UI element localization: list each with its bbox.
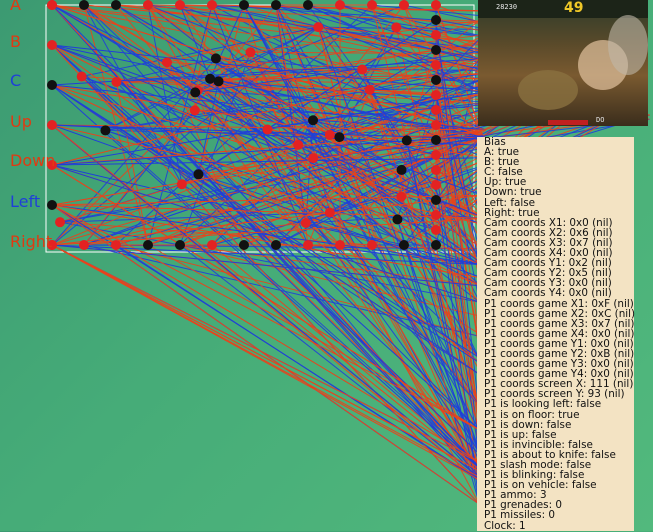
input-node [55, 217, 65, 227]
input-node [190, 105, 200, 115]
input-node [431, 165, 441, 175]
input-node [111, 77, 121, 87]
input-node [431, 0, 441, 10]
output-node [47, 40, 57, 50]
input-node [391, 22, 401, 32]
output-node [47, 120, 57, 130]
output-label-down: Down [10, 152, 55, 170]
input-node [79, 240, 89, 250]
input-node [325, 130, 335, 140]
input-node [397, 165, 407, 175]
input-node [207, 240, 217, 250]
input-node [431, 60, 441, 70]
input-node [303, 240, 313, 250]
input-node [431, 150, 441, 160]
output-node [47, 200, 57, 210]
output-label-b: B [10, 33, 21, 51]
input-node [214, 76, 224, 86]
input-node [293, 140, 303, 150]
input-node [262, 124, 272, 134]
input-node [431, 75, 441, 85]
input-node [335, 0, 345, 10]
input-node [313, 22, 323, 32]
output-label-right: Right [10, 233, 52, 251]
input-node [211, 53, 221, 63]
input-node [175, 0, 185, 10]
game-sprite [518, 70, 578, 110]
input-node [431, 30, 441, 40]
input-node [143, 0, 153, 10]
input-node [162, 57, 172, 67]
input-node [399, 240, 409, 250]
input-node [175, 240, 185, 250]
input-node [271, 0, 281, 10]
input-node [367, 240, 377, 250]
input-node [301, 218, 311, 228]
connection-line [52, 85, 484, 158]
output-label-a: A [10, 0, 21, 14]
input-node [79, 0, 89, 10]
game-screen: 28230 49 DO [478, 0, 648, 126]
input-node [334, 132, 344, 142]
input-node [431, 225, 441, 235]
input-node [431, 135, 441, 145]
input-node [111, 0, 121, 10]
input-node [431, 15, 441, 25]
input-node [245, 47, 255, 57]
input-node [239, 0, 249, 10]
input-node [431, 195, 441, 205]
input-node [303, 0, 313, 10]
input-node [431, 105, 441, 115]
input-node [271, 240, 281, 250]
input-node [396, 192, 406, 202]
output-label-left: Left [10, 193, 40, 211]
hud-bottom-text: DO [596, 116, 604, 124]
input-node [177, 179, 187, 189]
input-node [367, 0, 377, 10]
game-sprite [608, 15, 648, 75]
input-node [325, 208, 335, 218]
input-node [207, 0, 217, 10]
input-node [190, 87, 200, 97]
input-node [47, 0, 57, 10]
output-node [47, 80, 57, 90]
input-node [399, 0, 409, 10]
status-panel: BiasA: trueB: trueC: falseUp: trueDown: … [477, 137, 634, 531]
input-node [239, 240, 249, 250]
input-node [357, 64, 367, 74]
input-node [143, 240, 153, 250]
input-node [431, 45, 441, 55]
input-node [392, 214, 402, 224]
input-node [431, 210, 441, 220]
input-node [308, 115, 318, 125]
input-node [402, 135, 412, 145]
input-node [308, 153, 318, 163]
status-line: Clock: 1 [477, 521, 634, 531]
hud-time: 49 [564, 0, 583, 16]
status-line: Cam coords Y4: 0x0 (nil) [477, 288, 634, 298]
input-node [100, 125, 110, 135]
input-node [365, 85, 375, 95]
input-node [111, 240, 121, 250]
input-node [431, 240, 441, 250]
input-node [205, 74, 215, 84]
health-bar [548, 120, 588, 125]
input-node [193, 169, 203, 179]
input-node [431, 120, 441, 130]
input-node [431, 180, 441, 190]
output-label-up: Up [10, 113, 32, 131]
input-node [335, 240, 345, 250]
input-node [77, 72, 87, 82]
output-label-c: C [10, 72, 21, 90]
hud-score: 28230 [496, 3, 517, 11]
input-node [431, 90, 441, 100]
